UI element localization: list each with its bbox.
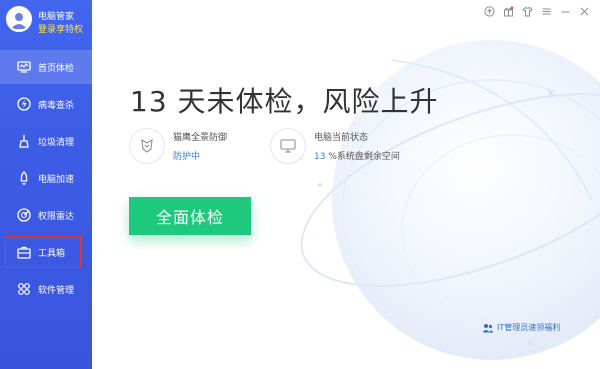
profile-name: 电脑管家 [38,12,75,22]
users-icon [482,323,494,332]
promo-text: IT管理员速领福利 [497,323,561,332]
planet-decoration [296,40,600,360]
sidebar-item-label: 首页体检 [38,63,75,74]
computer-icon [280,139,296,153]
sidebar-item-junk-clean[interactable]: 垃圾清理 [0,124,92,158]
broom-icon [17,134,31,148]
sidebar-item-label: 垃圾清理 [38,137,75,148]
menu-icon[interactable] [540,5,552,17]
disk-percent: 13 [314,152,326,162]
sidebar-item-label: 电脑加速 [38,174,75,185]
rocket-icon [17,171,31,185]
upload-icon[interactable] [483,5,495,17]
sidebar-item-permission-radar[interactable]: 权限雷达 [0,198,92,232]
pc-state-value: 13 %系统盘剩余空间 [314,149,400,162]
it-admin-promo[interactable]: IT管理员速领福利 [482,322,560,333]
sidebar-item-toolbox[interactable]: 工具箱 [4,235,82,269]
pc-state-icon-circle [270,128,306,164]
full-scan-button[interactable]: 全面体检 [129,197,251,235]
sidebar-item-label: 权限雷达 [38,211,75,222]
disk-suffix: %系统盘剩余空间 [328,152,400,162]
toolbox-icon [17,245,31,259]
headline: 13 天未体检，风险上升 [130,85,439,118]
sidebar-item-label: 软件管理 [38,285,75,296]
sidebar: 电脑管家 登录享特权 首页体检 病毒查杀 垃圾清理 电脑加速 权限雷达 工具箱 … [0,0,92,369]
pc-state-status: 电脑当前状态 13 %系统盘剩余空间 [270,128,400,164]
lightning-icon [17,97,31,111]
radar-icon [17,208,31,222]
profile[interactable]: 电脑管家 登录享特权 [0,0,92,48]
pc-state-title: 电脑当前状态 [314,133,369,143]
sidebar-item-virus-scan[interactable]: 病毒查杀 [0,87,92,121]
main-panel: 13 天未体检，风险上升 猫鹰全景防御 防护中 电脑当前状态 13 %系统盘剩余… [92,0,600,369]
sidebar-item-home-check[interactable]: 首页体检 [0,50,92,84]
monitor-icon [17,60,31,74]
protection-title: 猫鹰全景防御 [173,133,228,143]
minimize-icon[interactable] [559,5,571,17]
avatar[interactable] [6,6,32,32]
apps-icon [17,282,31,296]
owl-shield-icon [141,138,153,153]
window-controls [483,5,590,17]
gift-icon[interactable] [502,5,514,17]
sidebar-item-label: 病毒查杀 [38,100,75,111]
sidebar-item-software-manage[interactable]: 软件管理 [0,272,92,306]
login-privilege-link[interactable]: 登录享特权 [38,22,83,35]
close-icon[interactable] [578,5,590,17]
protection-status-link[interactable]: 防护中 [173,149,227,162]
sidebar-item-speed-up[interactable]: 电脑加速 [0,161,92,195]
protection-status: 猫鹰全景防御 防护中 [129,128,227,164]
sidebar-item-label: 工具箱 [38,248,66,259]
protection-icon-circle [129,128,165,164]
shirt-icon[interactable] [521,5,533,17]
